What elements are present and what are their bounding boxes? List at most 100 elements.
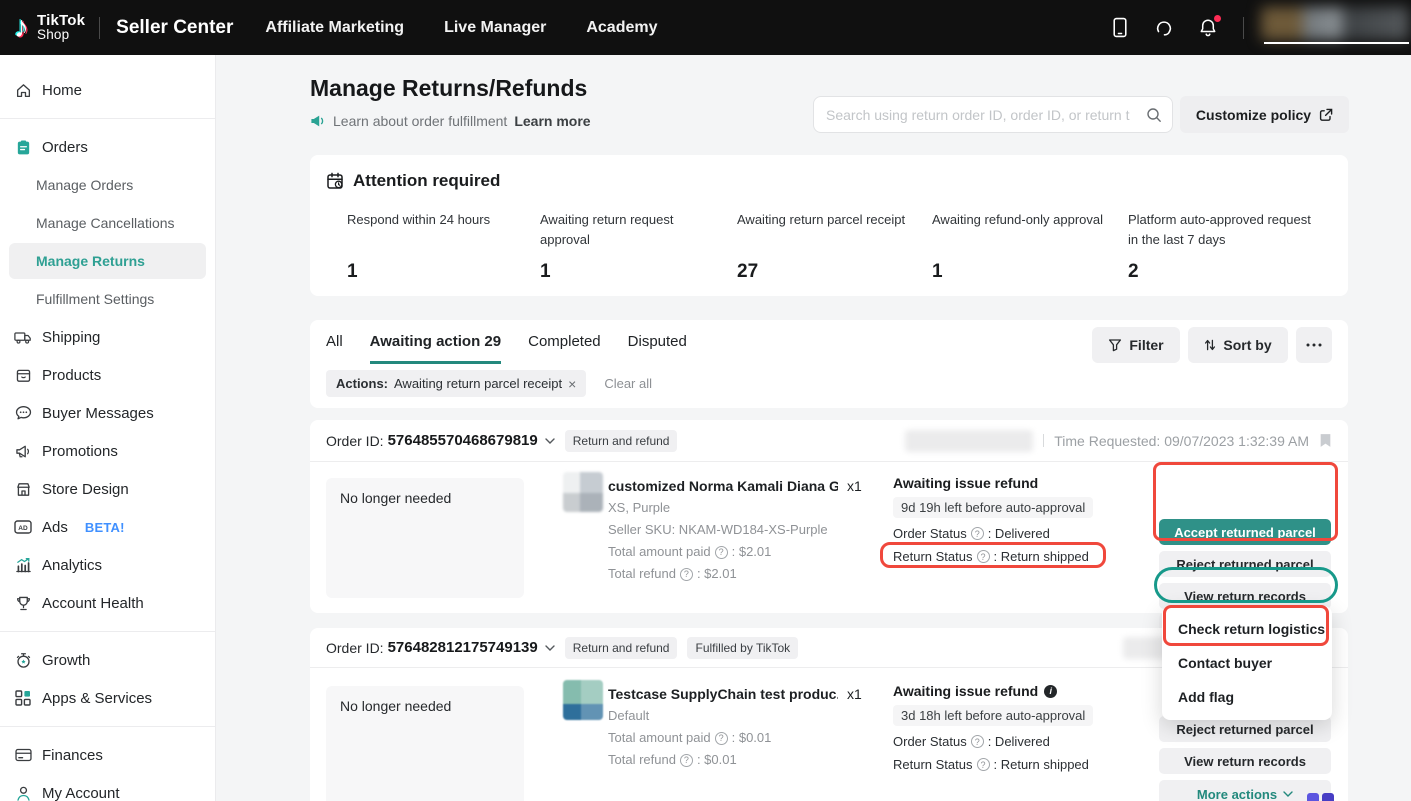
- home-icon: [13, 82, 33, 99]
- sidebar-item-label: Growth: [42, 652, 90, 669]
- question-circle-icon[interactable]: [680, 754, 693, 767]
- stat-value[interactable]: 1: [540, 261, 737, 283]
- question-circle-icon[interactable]: [715, 732, 728, 745]
- stat-label: Awaiting return request approval: [540, 205, 718, 261]
- sidebar-item-finances[interactable]: Finances: [0, 736, 215, 774]
- sidebar-item-products[interactable]: Products: [0, 356, 215, 394]
- nav-affiliate-marketing[interactable]: Affiliate Marketing: [265, 19, 404, 37]
- tab-all[interactable]: All: [326, 333, 343, 364]
- sidebar-item-orders[interactable]: Orders: [0, 128, 215, 166]
- chip-remove-icon[interactable]: [568, 377, 576, 391]
- trophy-icon: [13, 595, 33, 612]
- chevron-down-icon[interactable]: [545, 438, 555, 444]
- refund-label: Total refund: [608, 563, 676, 585]
- sidebar-divider: [0, 726, 215, 727]
- search-input[interactable]: [826, 107, 1146, 123]
- nav-seller-center[interactable]: Seller Center: [116, 17, 233, 39]
- sidebar-item-my-account[interactable]: My Account: [0, 774, 215, 801]
- sidebar-item-manage-returns[interactable]: Manage Returns: [9, 243, 206, 279]
- more-actions-button[interactable]: More actions: [1159, 780, 1331, 801]
- question-circle-icon[interactable]: [715, 546, 728, 559]
- page-title: Manage Returns/Refunds: [310, 75, 587, 102]
- sidebar-item-account-health[interactable]: Account Health: [0, 584, 215, 622]
- attention-title-row: Attention required: [326, 171, 500, 191]
- stat-value[interactable]: 2: [1128, 261, 1318, 283]
- menu-item-contact-buyer[interactable]: Contact buyer: [1162, 646, 1332, 680]
- stat-value[interactable]: 27: [737, 261, 932, 283]
- sidebar-item-fulfillment-settings[interactable]: Fulfillment Settings: [0, 280, 215, 318]
- sidebar-item-label: Finances: [42, 747, 103, 764]
- menu-item-add-flag[interactable]: Add flag: [1162, 680, 1332, 714]
- chevron-down-icon: [1283, 791, 1293, 797]
- filter-chip[interactable]: Actions: Awaiting return parcel receipt: [326, 370, 586, 397]
- bookmark-icon[interactable]: [1319, 433, 1332, 448]
- question-circle-icon[interactable]: [971, 735, 984, 748]
- sidebar-item-manage-orders[interactable]: Manage Orders: [0, 166, 215, 204]
- sidebar-item-growth[interactable]: Growth: [0, 641, 215, 679]
- main-content: Manage Returns/Refunds Learn about order…: [216, 55, 1411, 801]
- question-circle-icon[interactable]: [971, 527, 984, 540]
- sidebar-item-ads[interactable]: AD Ads BETA!: [0, 508, 215, 546]
- tiktok-shop-logo[interactable]: ♪ TikTok Shop: [14, 13, 85, 43]
- stat-respond-24h: Respond within 24 hours 1: [347, 205, 540, 283]
- account-menu[interactable]: [1256, 0, 1411, 55]
- return-reason-text: No longer needed: [340, 698, 451, 714]
- product-title[interactable]: Testcase SupplyChain test produc...: [608, 683, 838, 705]
- product-qty: x1: [847, 683, 862, 705]
- question-circle-icon[interactable]: [977, 758, 990, 771]
- sidebar-item-store-design[interactable]: Store Design: [0, 470, 215, 508]
- sidebar-item-analytics[interactable]: Analytics: [0, 546, 215, 584]
- menu-item-check-return-logistics[interactable]: Check return logistics: [1162, 612, 1332, 646]
- sidebar-item-home[interactable]: Home: [0, 71, 215, 109]
- total-amount-paid-line: Total amount paid : $2.01: [608, 541, 888, 563]
- chevron-down-icon[interactable]: [545, 645, 555, 651]
- sidebar-item-promotions[interactable]: Promotions: [0, 432, 215, 470]
- return-status-line: Return Status : Return shipped: [893, 549, 1153, 564]
- product-title[interactable]: customized Norma Kamali Diana G...: [608, 475, 838, 497]
- order-status-value: : Delivered: [988, 526, 1050, 541]
- sidebar-item-manage-cancellations[interactable]: Manage Cancellations: [0, 204, 215, 242]
- info-filled-icon[interactable]: [1044, 685, 1057, 698]
- sort-by-button[interactable]: Sort by: [1188, 327, 1288, 363]
- nav-live-manager[interactable]: Live Manager: [444, 19, 546, 37]
- tab-awaiting-action[interactable]: Awaiting action 29: [370, 333, 501, 364]
- sidebar-item-apps-services[interactable]: Apps & Services: [0, 679, 215, 717]
- learn-more-link[interactable]: Learn more: [514, 113, 590, 129]
- support-headset-icon[interactable]: [1153, 17, 1175, 39]
- reject-returned-parcel-button[interactable]: Reject returned parcel: [1159, 551, 1331, 577]
- sidebar-item-shipping[interactable]: Shipping: [0, 318, 215, 356]
- order-id-value[interactable]: 576485570468679819: [388, 432, 538, 449]
- person-icon: [13, 785, 33, 801]
- order-id-value[interactable]: 576482812175749139: [388, 639, 538, 656]
- return-reason-text: No longer needed: [340, 490, 451, 506]
- mobile-app-icon[interactable]: [1109, 17, 1131, 39]
- question-circle-icon[interactable]: [977, 550, 990, 563]
- notifications-bell-icon[interactable]: [1197, 17, 1219, 39]
- clear-all-link[interactable]: Clear all: [604, 376, 652, 391]
- return-status-value: : Return shipped: [994, 757, 1089, 772]
- amount-label: Total amount paid: [608, 727, 711, 749]
- question-circle-icon[interactable]: [680, 568, 693, 581]
- credit-card-icon: [13, 748, 33, 762]
- stat-awaiting-request-approval: Awaiting return request approval 1: [540, 205, 737, 283]
- sidebar-item-label: Promotions: [42, 443, 118, 460]
- accept-returned-parcel-button[interactable]: Accept returned parcel: [1159, 519, 1331, 545]
- stat-value[interactable]: 1: [347, 261, 540, 283]
- more-options-button[interactable]: [1296, 327, 1332, 363]
- tab-completed[interactable]: Completed: [528, 333, 601, 364]
- sidebar-item-label: Store Design: [42, 481, 129, 498]
- logo-line2: Shop: [37, 28, 85, 42]
- active-filters-row: Actions: Awaiting return parcel receipt …: [326, 370, 652, 397]
- view-return-records-button[interactable]: View return records: [1159, 748, 1331, 774]
- filter-button[interactable]: Filter: [1092, 327, 1180, 363]
- topbar-divider-2: [1243, 17, 1244, 39]
- stat-value[interactable]: 1: [932, 261, 1128, 283]
- auto-approval-countdown: 3d 18h left before auto-approval: [893, 705, 1093, 726]
- customize-policy-button[interactable]: Customize policy: [1180, 96, 1349, 133]
- nav-academy[interactable]: Academy: [586, 19, 657, 37]
- tab-disputed[interactable]: Disputed: [628, 333, 687, 364]
- search-icon: [1146, 107, 1162, 123]
- product-image: [563, 680, 603, 720]
- floating-widget-peek[interactable]: [1307, 793, 1334, 801]
- sidebar-item-buyer-messages[interactable]: Buyer Messages: [0, 394, 215, 432]
